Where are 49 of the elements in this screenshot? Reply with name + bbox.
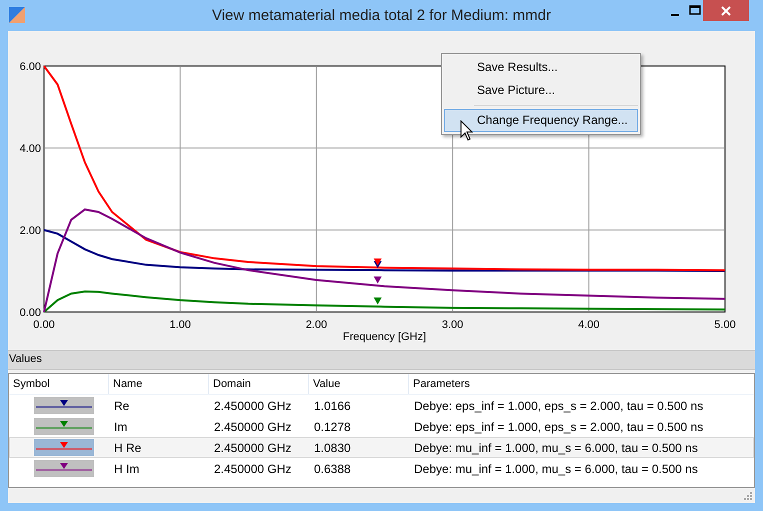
x-tick-label: 1.00: [170, 319, 191, 331]
marker-icon: [374, 276, 382, 284]
table-cell-text: 1.0830: [313, 440, 352, 454]
table-cell-text: H Im: [113, 462, 140, 476]
resize-grip-icon[interactable]: [743, 491, 753, 501]
menu-item[interactable]: Save Results...: [444, 56, 638, 79]
close-icon: [721, 6, 731, 16]
table-row[interactable]: Im 2.450000 GHz 0.1278 Debye: eps_inf = 1.000, eps_s = 2.000, tau = 0.500 ns: [9, 416, 754, 437]
table-cell-text: 0.6388: [313, 462, 352, 476]
table-cell-text: H Re: [113, 440, 142, 454]
column-header[interactable]: Value: [309, 374, 409, 394]
y-tick-label: 0.00: [20, 307, 41, 319]
x-tick-label: 5.00: [714, 319, 736, 331]
table-cell-text: Im: [113, 420, 128, 434]
table-cell-text: 0.1278: [313, 420, 352, 434]
table-cell-text: 2.450000 GHz: [213, 462, 292, 476]
maximize-icon[interactable]: [689, 5, 701, 15]
column-header[interactable]: Domain: [209, 374, 309, 394]
x-tick-label: 4.00: [578, 319, 600, 331]
close-button[interactable]: [703, 0, 749, 21]
table-row[interactable]: Re 2.450000 GHz 1.0166 Debye: eps_inf = 1.000, eps_s = 2.000, tau = 0.500 ns: [9, 395, 754, 416]
menu-item[interactable]: Save Picture...: [444, 79, 638, 102]
x-tick-label: 0.00: [33, 319, 55, 331]
x-tick-label: 3.00: [442, 319, 464, 331]
menu-item[interactable]: Change Frequency Range...: [444, 109, 638, 132]
table-cell-text: Re: [113, 398, 130, 412]
app-icon: [9, 7, 25, 23]
table-cell-text: Debye: mu_inf = 1.000, mu_s = 6.000, tau = 0.500 ns: [413, 462, 699, 476]
table-cell-text: 2.450000 GHz: [213, 440, 292, 454]
table-row[interactable]: H Re 2.450000 GHz 1.0830 Debye: mu_inf = 1.000, mu_s = 6.000, tau = 0.500 ns: [9, 437, 754, 458]
panel-header: Values: [8, 350, 755, 370]
y-tick-label: 2.00: [20, 225, 41, 237]
table-cell-text: 2.450000 GHz: [213, 420, 292, 434]
x-tick-label: 2.00: [306, 319, 328, 331]
table-cell-text: Debye: mu_inf = 1.000, mu_s = 6.000, tau = 0.500 ns: [413, 440, 699, 454]
table-cell-text: Debye: eps_inf = 1.000, eps_s = 2.000, tau = 0.500 ns: [413, 398, 704, 412]
window-title: View metamaterial media total 2 for Medium: mmdr: [212, 7, 551, 24]
marker-icon: [374, 298, 382, 305]
table-cell-text: 2.450000 GHz: [213, 398, 292, 412]
y-tick-label: 4.00: [20, 143, 41, 155]
x-axis-label: Frequency [GHz]: [342, 331, 426, 343]
table-row[interactable]: H Im 2.450000 GHz 0.6388 Debye: mu_inf = 1.000, mu_s = 6.000, tau = 0.500 ns: [9, 458, 754, 479]
column-header[interactable]: Parameters: [409, 374, 754, 394]
cursor-icon: [460, 120, 474, 141]
column-header[interactable]: Symbol: [9, 374, 109, 394]
y-tick-label: 6.00: [20, 61, 41, 73]
table-cell-text: Debye: eps_inf = 1.000, eps_s = 2.000, tau = 0.500 ns: [413, 420, 704, 434]
column-header[interactable]: Name: [109, 374, 209, 394]
table-cell-text: 1.0166: [313, 398, 352, 412]
